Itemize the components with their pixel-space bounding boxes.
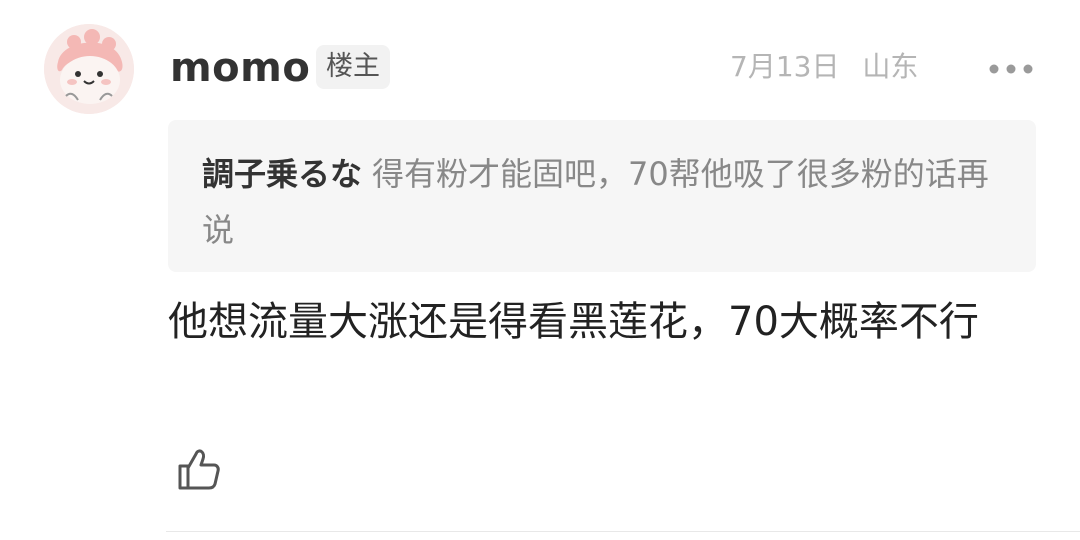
comment-text: 他想流量大涨还是得看黑莲花，70大概率不行	[168, 299, 979, 345]
quoted-reply[interactable]: 調子乗るな 得有粉才能固吧，70帮他吸了很多粉的话再说	[168, 120, 1036, 272]
post-location: 山东	[862, 50, 919, 83]
quote-author[interactable]: 調子乗るな	[202, 155, 362, 193]
post-date: 7月13日	[730, 50, 840, 83]
more-dots-icon	[989, 64, 1033, 74]
username[interactable]: momo	[170, 44, 310, 92]
cartoon-avatar-icon	[44, 24, 134, 114]
more-button[interactable]	[988, 60, 1034, 74]
thumbs-up-icon	[178, 449, 220, 490]
divider	[166, 531, 1080, 532]
post-meta: 7月13日 山东	[730, 47, 918, 87]
op-badge: 楼主	[316, 45, 390, 89]
avatar[interactable]	[44, 24, 134, 114]
like-button[interactable]	[176, 446, 222, 492]
